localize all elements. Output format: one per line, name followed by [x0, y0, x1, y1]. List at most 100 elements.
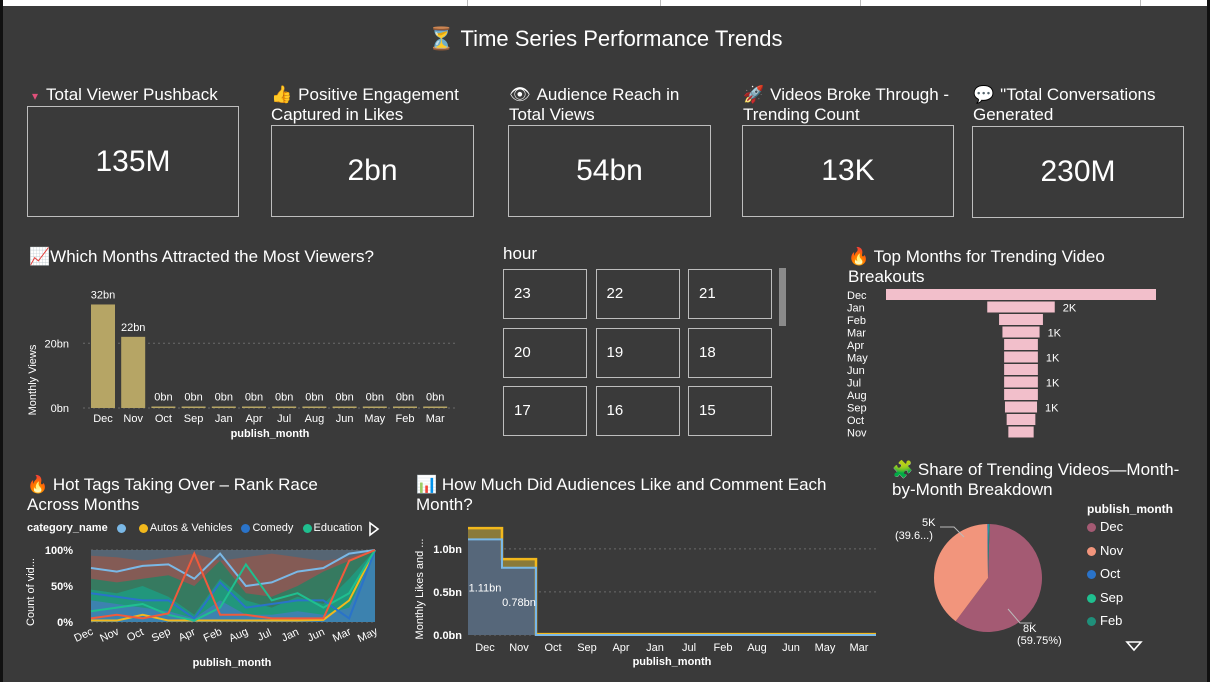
kpi-title: 💬 "Total Conversations Generated — [973, 85, 1188, 125]
views-x-tick: Jun — [336, 413, 354, 425]
trending-funnel-chart[interactable]: DecJan 2K FebMar 1K AprMay 1K JunJul 1K AugSep 1K… — [845, 287, 1175, 442]
likes-chart-title: 📊 How Much Did Audiences Like and Commen… — [416, 475, 827, 514]
funnel-category-label: Nov — [847, 428, 867, 440]
likes-y-tick: 0.5bn — [433, 587, 462, 599]
pie-legend-item[interactable]: Dec — [1087, 519, 1123, 534]
pie-legend-item[interactable]: Oct — [1087, 566, 1120, 581]
legend-dot — [1087, 546, 1096, 556]
legend-item-blank[interactable] — [116, 522, 130, 534]
legend-dot — [138, 523, 148, 533]
views-bar — [121, 336, 146, 408]
hour-slicer-option[interactable]: 23 — [503, 269, 587, 319]
views-x-tick: Sep — [184, 413, 204, 425]
views-chart-title: 📈Which Months Attracted the Most Viewers… — [29, 247, 374, 266]
tags-area-chart[interactable]: Count of vid... publish_month 100% 50% 0%D… — [25, 540, 385, 670]
views-data-label: 0bn — [245, 392, 263, 404]
legend-label: Sep — [1100, 589, 1124, 605]
pie-label-dec-value: 8K — [1023, 623, 1037, 635]
tags-x-axis-label: publish_month — [193, 657, 272, 669]
views-bar — [393, 406, 417, 408]
views-y-tick: 0bn — [51, 403, 69, 415]
likes-x-tick: Mar — [850, 642, 869, 654]
likes-step-chart[interactable]: Monthly Likes and ... publish_month 0.0b… — [412, 515, 882, 675]
speech-bubble-icon: 💬 — [973, 85, 995, 104]
likes-y-tick: 1.0bn — [433, 544, 462, 556]
kpi-label: Positive Engagement Captured in Likes — [271, 85, 459, 124]
kpi-value: 2bn — [271, 125, 474, 217]
views-x-tick: Dec — [93, 413, 113, 425]
funnel-bar — [1006, 414, 1036, 425]
kpi-label: Total Viewer Pushback — [46, 85, 218, 104]
tags-y-tick: 100% — [45, 545, 73, 557]
funnel-bar — [1004, 351, 1038, 363]
legend-dot — [1087, 570, 1096, 580]
likes-x-tick: Jul — [682, 642, 696, 654]
legend-item-autos[interactable]: Autos & Vehicles — [138, 522, 233, 534]
funnel-category-label: Jun — [847, 365, 865, 377]
tags-x-tick: Sep — [150, 626, 173, 645]
views-x-tick: Mar — [426, 413, 445, 425]
views-bar-chart[interactable]: Monthly Views publish_month 0bn 20bn 32bn D… — [25, 270, 465, 445]
views-bar — [272, 406, 297, 408]
hour-slicer-option[interactable]: 19 — [595, 327, 680, 378]
funnel-category-label: Apr — [847, 340, 864, 352]
funnel-category-label: Mar — [847, 328, 866, 340]
likes-y-tick: 0.0bn — [433, 630, 462, 642]
kpi-title: 👍 Positive Engagement Captured in Likes — [271, 85, 481, 125]
funnel-data-label: 1K — [1046, 353, 1060, 365]
pie-legend-item[interactable]: Sep — [1087, 590, 1123, 605]
funnel-bar — [987, 301, 1055, 313]
likes-x-axis-label: publish_month — [633, 656, 712, 668]
pie-legend-item[interactable]: Nov — [1087, 543, 1123, 558]
views-bar — [302, 406, 327, 408]
legend-next-arrow-icon[interactable] — [368, 521, 380, 537]
hour-slicer-option[interactable]: 21 — [688, 269, 772, 319]
tags-y-axis-label: Count of vid... — [25, 558, 37, 626]
legend-scroll-down-icon[interactable] — [1125, 640, 1143, 652]
views-data-label: 0bn — [184, 392, 202, 404]
thumbs-up-icon: 👍 — [271, 85, 293, 104]
funnel-bar — [1008, 426, 1034, 438]
views-bar — [332, 406, 357, 408]
views-data-label: 0bn — [154, 392, 172, 404]
hour-slicer-option[interactable]: 15 — [688, 386, 772, 436]
likes-x-tick: Feb — [714, 642, 733, 654]
hour-slicer-option[interactable]: 16 — [595, 386, 680, 436]
funnel-category-label: Oct — [847, 415, 864, 427]
left-edge — [0, 0, 3, 682]
kpi-title: ▾ Total Viewer Pushback — [32, 85, 262, 106]
hour-slicer-label: hour — [503, 244, 538, 263]
pie-legend-title: publish_month — [1087, 502, 1173, 516]
legend-label: Autos & Vehicles — [149, 522, 233, 534]
tags-x-tick: May — [356, 625, 380, 645]
funnel-bar — [1004, 389, 1038, 400]
funnel-category-label: Jul — [847, 378, 861, 390]
trending-share-pie[interactable]: 5K (39.6...) 8K (59.75%) — [880, 505, 1085, 655]
tags-x-tick: Aug — [227, 626, 250, 645]
kpi-value: 13K — [742, 125, 954, 217]
funnel-data-label: 1K — [1046, 378, 1060, 390]
hour-slicer-option[interactable]: 20 — [503, 327, 587, 378]
slicer-scrollbar[interactable] — [779, 268, 786, 326]
tags-chart-title: 🔥 Hot Tags Taking Over – Rank Race Acros… — [27, 475, 318, 514]
kpi-label: Videos Broke Through - Trending Count — [743, 85, 950, 124]
funnel-bar — [1004, 364, 1038, 375]
likes-x-tick: Oct — [544, 642, 561, 654]
tags-legend: category_name Autos & Vehicles Comedy Ed… — [27, 522, 368, 534]
pie-legend-item[interactable]: Feb — [1087, 613, 1122, 628]
legend-dot — [1087, 617, 1096, 627]
kpi-title: 👁 Audience Reach in Total Views — [509, 85, 709, 125]
views-x-axis-label: publish_month — [231, 428, 310, 440]
funnel-bar — [1004, 339, 1038, 350]
views-data-label: 0bn — [396, 392, 414, 404]
legend-dot — [241, 523, 251, 533]
hour-slicer-option[interactable]: 18 — [688, 327, 772, 378]
hour-slicer-option[interactable]: 22 — [595, 269, 680, 319]
hour-slicer-option[interactable]: 17 — [503, 386, 587, 436]
views-data-label: 0bn — [275, 392, 293, 404]
funnel-category-label: Aug — [847, 390, 867, 402]
legend-item-comedy[interactable]: Comedy — [241, 522, 293, 534]
legend-item-education[interactable]: Education — [302, 522, 362, 534]
funnel-data-label: 1K — [1045, 403, 1059, 415]
views-bar — [181, 406, 206, 408]
